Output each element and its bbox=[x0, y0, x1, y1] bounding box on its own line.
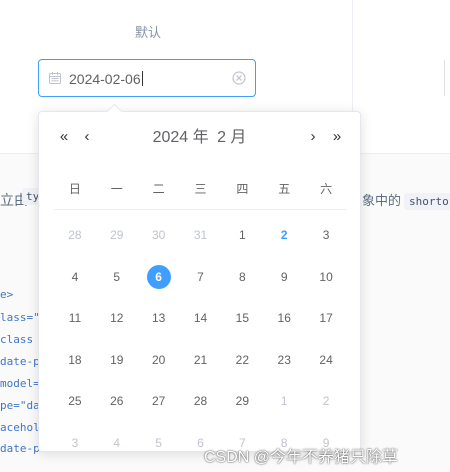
weekday-label: 一 bbox=[110, 182, 123, 196]
day-cell[interactable]: 1 bbox=[221, 216, 263, 254]
day-cell[interactable]: 23 bbox=[263, 341, 305, 379]
day-cell[interactable]: 5 bbox=[138, 424, 180, 462]
year-label[interactable]: 2024 年 bbox=[153, 129, 209, 146]
day-cell[interactable]: 4 bbox=[96, 424, 138, 462]
day-cell[interactable]: 15 bbox=[221, 299, 263, 337]
day-cell[interactable]: 25 bbox=[54, 382, 96, 420]
weekday-label: 五 bbox=[278, 182, 291, 196]
weekday-label: 六 bbox=[320, 182, 333, 196]
next-month-button[interactable]: › bbox=[305, 128, 321, 146]
clear-icon[interactable] bbox=[232, 71, 246, 85]
day-cell[interactable]: 1 bbox=[263, 382, 305, 420]
day-cell[interactable]: 13 bbox=[138, 299, 180, 337]
date-picker-panel: « ‹ 2024 年 2 月 › » 日一二三四五六 28 29 30 31 1 2 3 4 5… bbox=[38, 103, 361, 452]
day-cell[interactable]: 8 bbox=[221, 258, 263, 296]
date-input[interactable]: 2024-02-06 bbox=[38, 59, 256, 97]
weekday-header: 日一二三四五六 bbox=[54, 180, 347, 196]
day-cell[interactable]: 10 bbox=[305, 258, 347, 296]
day-cell[interactable]: 2 bbox=[305, 382, 347, 420]
calendar-icon bbox=[49, 72, 61, 84]
day-cell[interactable]: 5 bbox=[96, 258, 138, 296]
weekday-label: 二 bbox=[152, 182, 165, 196]
day-cell[interactable]: 4 bbox=[54, 258, 96, 296]
day-cell[interactable]: 22 bbox=[221, 341, 263, 379]
weekday-divider bbox=[54, 209, 347, 210]
day-cell[interactable]: 16 bbox=[263, 299, 305, 337]
day-cell[interactable]: 18 bbox=[54, 341, 96, 379]
day-cell[interactable]: 12 bbox=[96, 299, 138, 337]
description-right: 象中的 shorto bbox=[362, 190, 450, 210]
day-cell-selected[interactable]: 6 bbox=[138, 258, 180, 296]
day-cell[interactable]: 27 bbox=[138, 382, 180, 420]
day-cell[interactable]: 29 bbox=[96, 216, 138, 254]
weekday-label: 日 bbox=[68, 182, 81, 196]
day-cell[interactable]: 9 bbox=[263, 258, 305, 296]
day-cell[interactable]: 3 bbox=[54, 424, 96, 462]
day-grid: 28 29 30 31 1 2 3 4 5 6 7 8 9 10 11 12 13 14 15 16 17 18 19 20 2… bbox=[54, 216, 347, 450]
day-cell[interactable]: 24 bbox=[305, 341, 347, 379]
day-cell[interactable]: 28 bbox=[180, 382, 222, 420]
day-cell[interactable]: 17 bbox=[305, 299, 347, 337]
day-cell[interactable]: 7 bbox=[180, 258, 222, 296]
weekday-label: 三 bbox=[194, 182, 207, 196]
next-input-edge bbox=[444, 60, 445, 96]
day-cell[interactable]: 11 bbox=[54, 299, 96, 337]
code-line: e> bbox=[0, 288, 14, 301]
day-cell[interactable]: 20 bbox=[138, 341, 180, 379]
day-cell[interactable]: 28 bbox=[54, 216, 96, 254]
day-cell[interactable]: 19 bbox=[96, 341, 138, 379]
day-cell[interactable]: 21 bbox=[180, 341, 222, 379]
day-cell[interactable]: 30 bbox=[138, 216, 180, 254]
day-cell-today[interactable]: 2 bbox=[263, 216, 305, 254]
day-cell[interactable]: 26 bbox=[96, 382, 138, 420]
demo-label: 默认 bbox=[134, 25, 161, 40]
description-right-code: shorto bbox=[404, 193, 450, 210]
day-cell[interactable]: 29 bbox=[221, 382, 263, 420]
day-cell[interactable]: 31 bbox=[180, 216, 222, 254]
watermark: CSDN @今年不养猪只除草 bbox=[204, 449, 399, 466]
next-year-button[interactable]: » bbox=[329, 128, 345, 146]
code-line: date-p bbox=[0, 442, 40, 455]
day-cell[interactable]: 14 bbox=[180, 299, 222, 337]
date-input-value[interactable]: 2024-02-06 bbox=[69, 70, 143, 88]
weekday-label: 四 bbox=[236, 182, 249, 196]
day-cell[interactable]: 3 bbox=[305, 216, 347, 254]
month-label[interactable]: 2 月 bbox=[217, 129, 246, 146]
code-line: class bbox=[0, 333, 34, 346]
